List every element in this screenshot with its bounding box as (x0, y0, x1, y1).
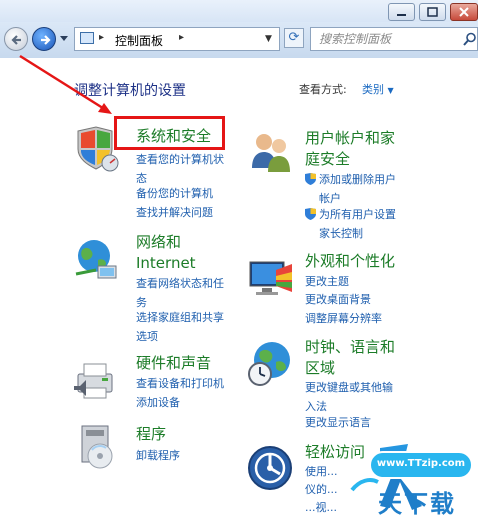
uac-shield-icon (305, 208, 316, 220)
watermark-text: 天下载 (378, 490, 456, 518)
ease-of-access-icon[interactable] (246, 444, 294, 492)
network-internet-icon[interactable] (72, 236, 120, 284)
annotation-highlight-box (114, 116, 225, 150)
link-view-devices-printers[interactable]: 查看设备和打印机 (136, 374, 224, 393)
link-change-keyboard-input[interactable]: 更改键盘或其他输 入法 (305, 378, 393, 416)
uac-shield-icon (305, 173, 316, 185)
category-network-title[interactable]: 网络和 Internet (136, 232, 196, 274)
category-appearance-title[interactable]: 外观和个性化 (305, 251, 395, 272)
link-add-remove-users-line2[interactable]: 帐户 (305, 192, 341, 205)
link-view-computer-status[interactable]: 查看您的计算机状 态 (136, 150, 224, 188)
category-programs-title[interactable]: 程序 (136, 424, 166, 445)
link-homegroup-sharing[interactable]: 选择家庭组和共享 选项 (136, 308, 224, 346)
link-uninstall-program[interactable]: 卸载程序 (136, 446, 180, 465)
hardware-sound-icon[interactable] (72, 356, 120, 404)
link-homegroup-sharing-line2[interactable]: 选项 (136, 330, 158, 343)
link-homegroup-sharing-line1[interactable]: 选择家庭组和共享 (136, 311, 224, 324)
category-clock-title-line2[interactable]: 区域 (305, 359, 335, 377)
link-view-network-status-line1[interactable]: 查看网络状态和任 (136, 277, 224, 290)
category-user-accounts-title[interactable]: 用户帐户和家 庭安全 (305, 128, 395, 170)
link-add-remove-users[interactable]: 添加或删除用户 帐户 (305, 170, 396, 208)
clock-language-region-icon[interactable] (246, 340, 294, 388)
link-find-fix-problems[interactable]: 查找并解决问题 (136, 203, 213, 222)
category-network-title-line1[interactable]: 网络和 (136, 233, 181, 251)
link-add-device[interactable]: 添加设备 (136, 393, 180, 412)
watermark-url: www.TTzip.com (376, 458, 466, 469)
link-change-desktop-background[interactable]: 更改桌面背景 (305, 290, 371, 309)
user-accounts-icon[interactable] (246, 128, 294, 176)
link-adjust-screen-resolution[interactable]: 调整屏幕分辨率 (305, 309, 382, 328)
link-parental-controls[interactable]: 为所有用户设置 家长控制 (305, 205, 396, 243)
programs-icon[interactable] (74, 422, 122, 470)
link-change-keyboard-input-line2[interactable]: 入法 (305, 400, 327, 413)
link-parental-controls-line2[interactable]: 家长控制 (305, 227, 363, 240)
link-change-theme[interactable]: 更改主题 (305, 272, 349, 291)
link-view-computer-status-line1[interactable]: 查看您的计算机状 (136, 153, 224, 166)
category-user-accounts-title-line2[interactable]: 庭安全 (305, 150, 350, 168)
category-user-accounts-title-line1[interactable]: 用户帐户和家 (305, 129, 395, 147)
link-view-network-status[interactable]: 查看网络状态和任 务 (136, 274, 224, 312)
link-change-keyboard-input-line1[interactable]: 更改键盘或其他输 (305, 381, 393, 394)
category-network-title-line2[interactable]: Internet (136, 254, 196, 272)
category-hardware-title[interactable]: 硬件和声音 (136, 353, 211, 374)
link-add-remove-users-line1[interactable]: 添加或删除用户 (319, 173, 396, 186)
category-clock-title-line1[interactable]: 时钟、语言和 (305, 338, 395, 356)
system-security-icon[interactable] (72, 125, 120, 173)
watermark-url-badge: www.TTzip.com (369, 451, 473, 479)
appearance-personalization-icon[interactable] (246, 252, 294, 300)
link-backup-computer[interactable]: 备份您的计算机 (136, 184, 213, 203)
link-parental-controls-line1[interactable]: 为所有用户设置 (319, 208, 396, 221)
category-clock-title[interactable]: 时钟、语言和 区域 (305, 337, 395, 379)
